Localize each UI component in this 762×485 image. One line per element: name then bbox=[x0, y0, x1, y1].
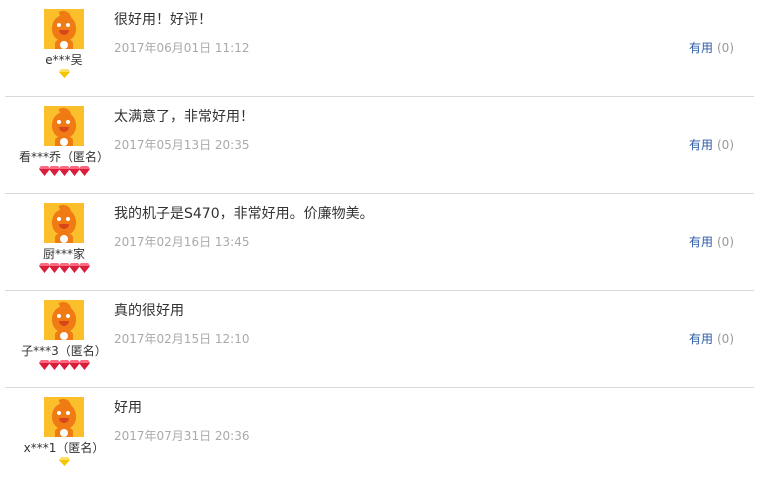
useful-vote: 有用 (0) bbox=[689, 39, 734, 56]
review-item: 厨***家 我的机子是S470，非常好用。价廉物美。 2017年02月16日 1… bbox=[0, 194, 754, 291]
user-level-badge bbox=[0, 69, 128, 82]
useful-count: (0) bbox=[717, 138, 734, 152]
user-avatar[interactable] bbox=[44, 300, 84, 340]
review-time: 2017年05月13日 20:35 bbox=[114, 138, 250, 152]
username[interactable]: e***吴 bbox=[0, 51, 128, 68]
username[interactable]: 看***乔（匿名） bbox=[0, 148, 128, 165]
useful-count: (0) bbox=[717, 332, 734, 346]
useful-vote: 有用 (0) bbox=[689, 330, 734, 347]
diamond-icon bbox=[58, 69, 70, 78]
username[interactable]: 厨***家 bbox=[0, 245, 128, 262]
review-item: e***吴 很好用！好评！ 2017年06月01日 11:12 有用 (0) bbox=[0, 0, 754, 97]
red-diamond-icon bbox=[78, 263, 90, 273]
review-content: 我的机子是S470，非常好用。价廉物美。 bbox=[114, 206, 374, 222]
useful-vote: 有用 (0) bbox=[689, 233, 734, 250]
username[interactable]: x***1（匿名） bbox=[0, 439, 128, 456]
useful-button[interactable]: 有用 bbox=[689, 235, 713, 249]
user-avatar[interactable] bbox=[44, 397, 84, 437]
useful-button[interactable]: 有用 bbox=[689, 41, 713, 55]
useful-button[interactable]: 有用 bbox=[689, 332, 713, 346]
useful-count: (0) bbox=[717, 235, 734, 249]
user-level-badge bbox=[0, 457, 128, 470]
review-list: e***吴 很好用！好评！ 2017年06月01日 11:12 有用 (0) 看*… bbox=[0, 0, 762, 480]
user-avatar[interactable] bbox=[44, 203, 84, 243]
review-time: 2017年02月16日 13:45 bbox=[114, 235, 250, 249]
review-content: 真的很好用 bbox=[114, 303, 184, 319]
user-level-badge bbox=[0, 166, 128, 180]
useful-vote: 有用 (0) bbox=[689, 136, 734, 153]
review-time: 2017年06月01日 11:12 bbox=[114, 41, 250, 55]
diamond-icon bbox=[58, 457, 70, 466]
review-content: 很好用！好评！ bbox=[114, 12, 212, 28]
user-avatar[interactable] bbox=[44, 106, 84, 146]
review-time: 2017年07月31日 20:36 bbox=[114, 429, 250, 443]
user-level-badge bbox=[0, 263, 128, 277]
username[interactable]: 子***3（匿名） bbox=[0, 342, 128, 359]
review-item: x***1（匿名） 好用 2017年07月31日 20:36 bbox=[0, 388, 754, 485]
review-item: 看***乔（匿名） 太满意了，非常好用！ 2017年05月13日 20:35 有… bbox=[0, 97, 754, 194]
red-diamond-icon bbox=[78, 360, 90, 370]
review-time: 2017年02月15日 12:10 bbox=[114, 332, 250, 346]
review-content: 好用 bbox=[114, 400, 142, 416]
useful-count: (0) bbox=[717, 41, 734, 55]
user-level-badge bbox=[0, 360, 128, 374]
useful-button[interactable]: 有用 bbox=[689, 138, 713, 152]
review-item: 子***3（匿名） 真的很好用 2017年02月15日 12:10 有用 (0) bbox=[0, 291, 754, 388]
red-diamond-icon bbox=[78, 166, 90, 176]
user-avatar[interactable] bbox=[44, 9, 84, 49]
review-content: 太满意了，非常好用！ bbox=[114, 109, 254, 125]
